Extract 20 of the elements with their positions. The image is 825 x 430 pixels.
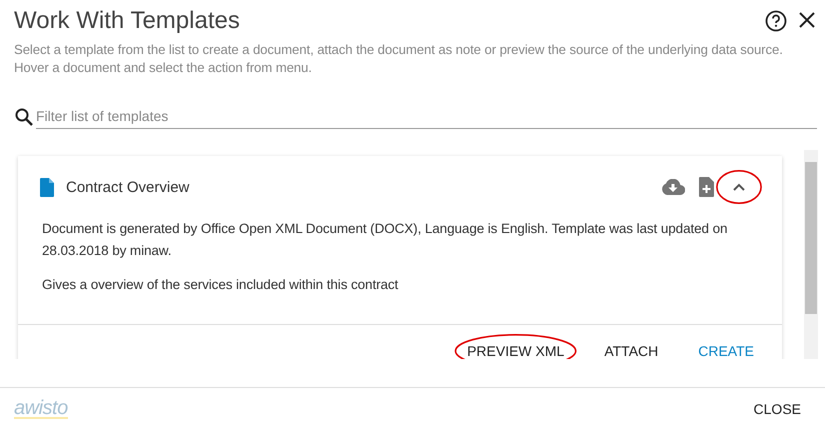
close-text-button[interactable]: CLOSE <box>750 395 805 424</box>
action-button[interactable]: CREATE <box>688 337 764 360</box>
help-icon <box>765 10 787 32</box>
template-details: Document is generated by Office Open XML Document (DOCX), Language is English. Template was last updated on 28.03.2018 by minaw. <box>42 220 728 260</box>
add-document-icon[interactable] <box>699 177 714 197</box>
close-button[interactable] <box>797 10 817 30</box>
action-button[interactable]: PREVIEW XML <box>457 337 574 360</box>
action-button[interactable]: ATTACH <box>594 337 668 360</box>
scrollbar[interactable] <box>804 150 818 360</box>
close-icon <box>797 10 817 30</box>
dialog-title: Work With Templates <box>14 6 241 36</box>
template-details: Gives a overview of the services included within this contract <box>42 276 400 294</box>
template-name: Contract Overview <box>66 178 190 196</box>
help-button[interactable] <box>765 10 787 32</box>
dialog-description: Select a template from the list to create a document, attach the document as note or preview the source of the underlying data source. Hover a document and select the action from menu. <box>14 41 784 77</box>
cloud-download-icon[interactable] <box>661 179 685 195</box>
document-icon <box>40 178 54 196</box>
brand-logo: awisto <box>14 399 68 420</box>
search-icon <box>14 106 34 126</box>
chevron-up-icon <box>733 183 745 191</box>
